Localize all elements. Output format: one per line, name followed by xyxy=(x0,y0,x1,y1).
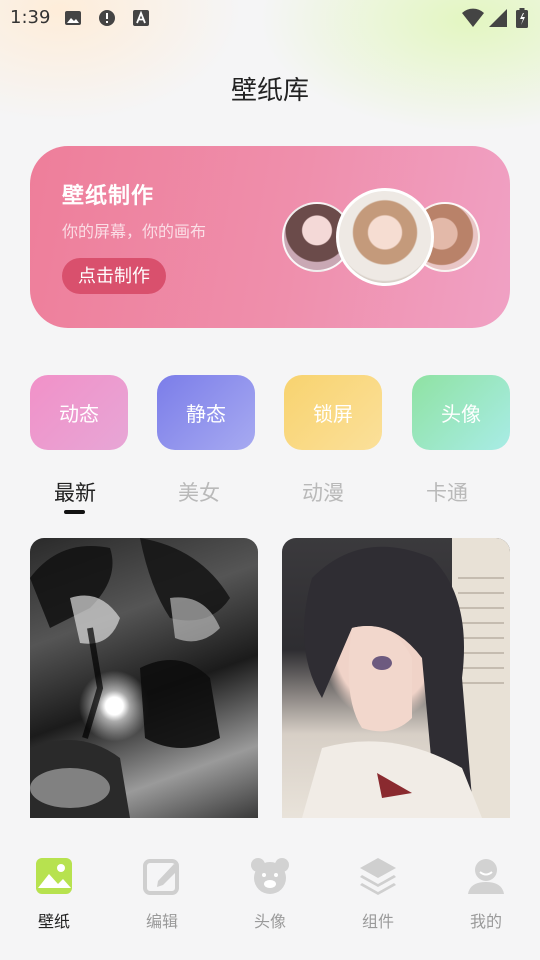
wallpaper-image xyxy=(30,538,230,818)
user-icon xyxy=(466,856,506,896)
tab-cartoon[interactable]: 卡通 xyxy=(397,477,497,507)
nav-label: 头像 xyxy=(253,912,286,931)
signal-icon xyxy=(488,8,508,32)
tab-beauty[interactable]: 美女 xyxy=(149,477,249,507)
banner-title: 壁纸制作 xyxy=(62,184,155,209)
wallpaper-card[interactable] xyxy=(282,538,510,818)
start-making-button[interactable]: 点击制作 xyxy=(62,258,166,294)
sample-avatar-image xyxy=(336,188,434,286)
active-tab-indicator xyxy=(64,510,85,514)
wallpaper-maker-banner[interactable]: 壁纸制作 你的屏幕，你的画布 点击制作 xyxy=(30,146,510,328)
category-avatar-button[interactable]: 头像 xyxy=(412,375,510,450)
alert-icon xyxy=(98,9,116,27)
edit-icon xyxy=(142,856,182,896)
category-static-button[interactable]: 静态 xyxy=(157,375,255,450)
layers-icon xyxy=(358,856,398,896)
tab-anime[interactable]: 动漫 xyxy=(273,477,373,507)
text-a-icon xyxy=(132,9,150,27)
category-lockscreen-button[interactable]: 锁屏 xyxy=(284,375,382,450)
wallpaper-icon xyxy=(34,856,74,896)
image-icon xyxy=(64,9,82,27)
nav-label: 壁纸 xyxy=(37,912,70,931)
status-bar: 1:39 xyxy=(0,0,540,36)
nav-label: 编辑 xyxy=(145,912,178,931)
bear-avatar-icon xyxy=(250,856,290,896)
nav-profile[interactable]: 我的 xyxy=(446,856,526,936)
nav-widgets[interactable]: 组件 xyxy=(338,856,418,936)
nav-avatar[interactable]: 头像 xyxy=(230,856,310,936)
bottom-navigation: 壁纸 编辑 头像 组件 我的 xyxy=(0,830,540,960)
nav-wallpaper[interactable]: 壁纸 xyxy=(14,856,94,936)
battery-icon xyxy=(516,8,528,32)
banner-subtitle: 你的屏幕，你的画布 xyxy=(62,222,207,241)
tab-latest[interactable]: 最新 xyxy=(25,477,125,507)
category-dynamic-button[interactable]: 动态 xyxy=(30,375,128,450)
nav-label: 我的 xyxy=(469,912,502,931)
wallpaper-image xyxy=(302,538,510,818)
page-title: 壁纸库 xyxy=(230,76,309,106)
nav-label: 组件 xyxy=(361,912,394,931)
nav-edit[interactable]: 编辑 xyxy=(122,856,202,936)
status-time: 1:39 xyxy=(10,7,51,28)
wallpaper-card[interactable] xyxy=(30,538,258,818)
wifi-icon xyxy=(462,8,484,32)
